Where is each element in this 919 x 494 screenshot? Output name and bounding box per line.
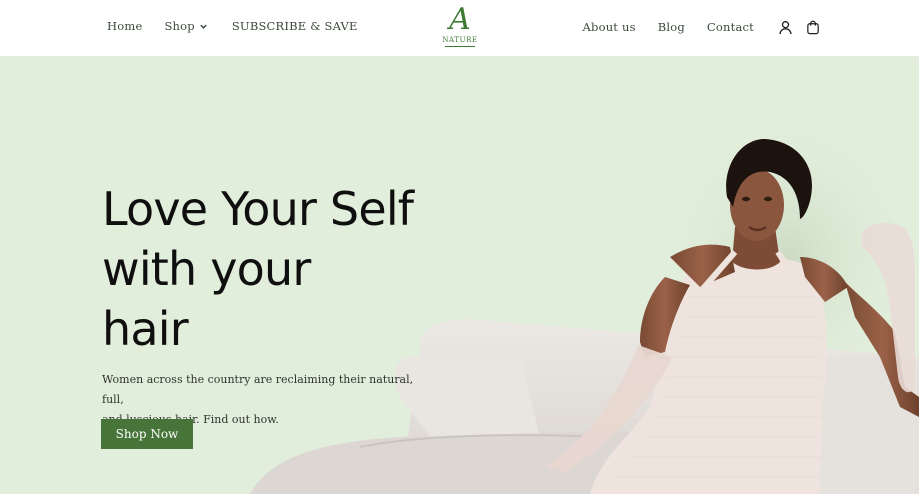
user-icon [778,20,792,34]
nav-contact-link[interactable]: Contact [707,19,754,35]
site-header: Home Shop SUBSCRIBE & SAVE A NATURE Abou… [0,0,919,57]
shop-now-button[interactable]: Shop Now [101,419,193,449]
logo-underline [445,46,475,47]
nav-about-link[interactable]: About us [583,19,636,35]
left-eye [742,196,750,202]
logo-wordmark: NATURE [442,36,478,44]
nav-subscribe-link[interactable]: SUBSCRIBE & SAVE [232,18,358,34]
nav-blog-link[interactable]: Blog [658,19,685,35]
cart-button[interactable] [804,18,822,36]
primary-nav: Home Shop SUBSCRIBE & SAVE [107,18,380,34]
nav-shop-dropdown[interactable]: Shop [164,18,207,34]
chevron-down-icon [200,24,207,29]
brand-logo[interactable]: A NATURE [440,5,480,51]
nav-home-link[interactable]: Home [107,18,142,34]
hero-section: Love Your Self with your hair Women acro… [0,57,919,494]
hero-subtitle-line-1: Women across the country are reclaiming … [102,373,414,406]
hero-heading-line-1: Love Your Self [102,182,414,236]
right-eye [764,196,772,202]
shopping-bag-icon [807,20,819,34]
hero-heading-line-3: hair [102,302,189,356]
secondary-nav: About us Blog Contact [561,18,822,36]
logo-mark: A [449,2,471,37]
user-account-icon[interactable] [776,18,794,36]
nav-shop-link[interactable]: Shop [164,18,194,34]
hero-heading-line-2: with your [102,242,311,296]
hero-heading: Love Your Self with your hair [102,179,462,359]
